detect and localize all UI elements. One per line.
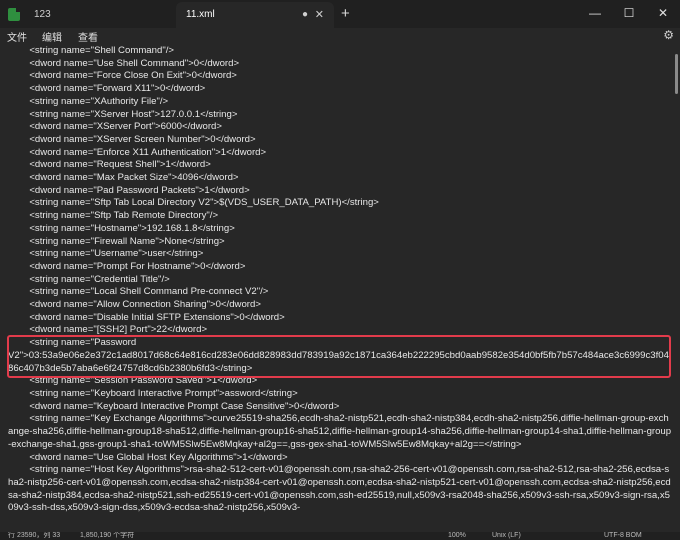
settings-gear-icon[interactable]: ⚙ (663, 28, 674, 42)
new-tab-button[interactable]: + (341, 3, 350, 25)
menu-file[interactable]: 文件 (7, 29, 27, 44)
close-window-button[interactable]: ✕ (646, 0, 680, 28)
encoding[interactable]: UTF-8 BOM (604, 532, 642, 540)
char-count: 1,850,190 个字符 (80, 532, 135, 539)
menu-edit[interactable]: 编辑 (42, 29, 62, 44)
maximize-button[interactable]: ☐ (612, 0, 646, 28)
minimize-button[interactable]: — (578, 0, 612, 28)
title-bar: 123 11.xml ● ✕ + — ☐ ✕ (0, 0, 680, 28)
notepad-app-icon (8, 8, 20, 21)
scrollbar-thumb[interactable] (675, 54, 678, 94)
zoom-level[interactable]: 100% (448, 532, 466, 540)
status-bar: 行 23590，列 33 1,850,190 个字符 100% Unix (LF… (0, 532, 680, 540)
tab-label: 123 (34, 9, 51, 20)
close-tab-icon[interactable]: ✕ (315, 2, 324, 28)
tab-label: 11.xml (186, 9, 215, 20)
password-highlight-box (7, 335, 671, 378)
menu-bar: 文件 编辑 查看 ⚙ (0, 28, 680, 44)
cursor-position: 行 23590，列 33 (8, 532, 61, 539)
menu-view[interactable]: 查看 (78, 29, 98, 44)
unsaved-dot-icon: ● (301, 9, 308, 20)
text-editor[interactable]: <string name="Shell Command"/> <dword na… (0, 44, 680, 532)
line-ending[interactable]: Unix (LF) (492, 532, 521, 540)
vertical-scrollbar[interactable] (672, 44, 678, 532)
editor-content[interactable]: <string name="Shell Command"/> <dword na… (8, 45, 672, 515)
tab-123[interactable]: 123 (24, 2, 172, 28)
tab-11-xml[interactable]: 11.xml ● ✕ (176, 2, 334, 28)
